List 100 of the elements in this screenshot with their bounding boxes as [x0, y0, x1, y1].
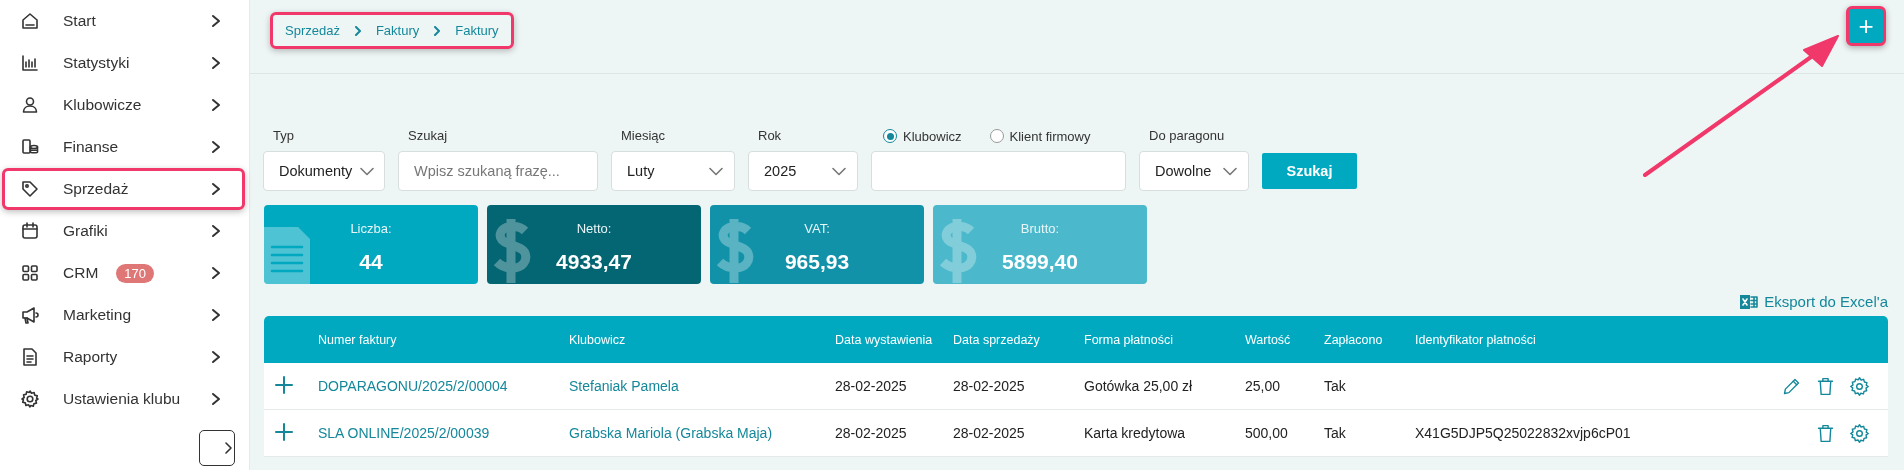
sidebar-label: Finanse — [63, 138, 119, 156]
table-cell-text: 500,00 — [1245, 425, 1289, 441]
column-header: Zapłacono — [1324, 332, 1384, 347]
sidebar-item[interactable]: CRM 170 — [2, 252, 245, 294]
bar-chart-icon — [20, 53, 40, 73]
sidebar-item[interactable]: Raporty — [2, 336, 245, 378]
dropdown[interactable]: 2025 — [748, 151, 858, 191]
sidebar-item[interactable]: Finanse — [2, 126, 245, 168]
text-field[interactable] — [871, 151, 1126, 191]
table-link[interactable]: Grabska Mariola (Grabska Maja) — [569, 425, 835, 441]
column-header: Identyfikator płatności — [1415, 332, 1537, 347]
sidebar-item[interactable]: Sprzedaż — [2, 168, 245, 210]
sidebar-item[interactable]: Statystyki — [2, 42, 245, 84]
chevron-right-icon — [210, 224, 222, 238]
megaphone-icon — [20, 305, 40, 325]
column-header: Wartość — [1245, 332, 1292, 347]
table-cell-text: Tak — [1324, 378, 1347, 394]
grid-icon — [20, 263, 40, 283]
caret-icon — [360, 166, 375, 176]
chevron-right-icon — [210, 140, 222, 154]
sidebar-label: Grafiki — [63, 222, 108, 240]
stat-value: 4933,47 — [556, 250, 632, 274]
chevron-right-icon — [210, 98, 222, 112]
chevron-right-icon — [210, 266, 222, 280]
sidebar-item[interactable]: Start — [2, 0, 245, 42]
field-label: Miesiąc — [620, 128, 667, 144]
stat-value: 44 — [359, 250, 383, 274]
table-cell-text: Karta kredytowa — [1084, 425, 1187, 441]
stat-label: Brutto: — [1020, 221, 1060, 236]
chevron-right-icon — [222, 441, 234, 455]
chevron-right-icon — [210, 350, 222, 364]
dropdown[interactable]: Luty — [611, 151, 735, 191]
field-label: Typ — [272, 128, 295, 144]
table-cell-text: Tak — [1324, 425, 1347, 441]
table-cell-text: 28-02-2025 — [953, 378, 1026, 394]
caret-icon — [709, 166, 723, 176]
coins-icon — [20, 137, 40, 157]
trash-icon[interactable] — [1815, 422, 1836, 444]
expand-plus-icon — [275, 375, 293, 394]
table-link[interactable]: SLA ONLINE/2025/2/00039 — [318, 425, 569, 441]
sidebar-item[interactable]: Marketing — [2, 294, 245, 336]
sidebar-item[interactable]: Grafiki — [2, 210, 245, 252]
stat-label: VAT: — [804, 221, 830, 236]
caret-icon — [1223, 166, 1237, 176]
breadcrumb-link[interactable]: Sprzedaż — [285, 23, 340, 38]
tag-icon — [20, 179, 40, 199]
column-header: Klubowicz — [569, 332, 627, 347]
chevron-right-icon — [210, 182, 222, 196]
chevron-right-icon — [210, 392, 222, 406]
sidebar-label: Ustawienia klubu — [63, 390, 181, 408]
stat-label: Netto: — [576, 221, 612, 236]
radio-option[interactable]: Klient firmowy — [989, 128, 1091, 144]
count-badge: 170 — [116, 263, 154, 283]
radio-option[interactable]: Klubowicz — [883, 128, 962, 144]
sidebar-label: Statystyki — [63, 54, 130, 72]
breadcrumb-link[interactable]: Faktury — [455, 23, 499, 38]
chevron-right-icon — [210, 56, 222, 70]
calendar-icon — [20, 221, 40, 241]
settings-icon[interactable] — [1849, 375, 1870, 397]
chevron-right-icon — [210, 14, 222, 28]
sidebar-label: CRM — [63, 264, 99, 282]
chevron-right-icon — [433, 25, 442, 36]
sidebar-label: Klubowicze — [63, 96, 142, 114]
export-link[interactable]: Eksport do Excel'a — [1740, 293, 1888, 310]
chevron-right-icon — [353, 25, 362, 36]
dropdown[interactable]: Dowolne — [1139, 151, 1249, 191]
expand-button[interactable] — [199, 430, 235, 466]
sidebar-label: Raporty — [63, 348, 118, 366]
table-cell-text: X41G5DJP5Q25022832xvjp6cP01 — [1415, 425, 1632, 441]
stat-label: Liczba: — [350, 221, 392, 236]
sidebar-item[interactable]: Ustawienia klubu — [2, 378, 245, 420]
settings-icon — [20, 389, 40, 409]
expand-plus-icon — [275, 422, 293, 441]
breadcrumb-link[interactable]: Faktury — [375, 23, 420, 38]
settings-icon[interactable] — [1849, 422, 1870, 444]
table-link[interactable]: DOPARAGONU/2025/2/00004 — [318, 378, 569, 394]
sidebar-label: Start — [63, 12, 96, 30]
table-cell-text: 28-02-2025 — [953, 425, 1026, 441]
column-header: Data sprzedaży — [953, 332, 1041, 347]
sidebar-item[interactable]: Klubowicze — [2, 84, 245, 126]
sidebar-label: Sprzedaż — [63, 180, 129, 198]
table-cell-text: 28-02-2025 — [835, 378, 908, 394]
user-icon — [20, 95, 40, 115]
dropdown[interactable]: Dokumenty — [263, 151, 385, 191]
search-field[interactable]: Wpisz szukaną frazę... — [398, 151, 598, 191]
column-header: Numer faktury — [318, 332, 398, 347]
stat-value: 965,93 — [784, 250, 850, 274]
table-link[interactable]: Stefaniak Pamela — [569, 378, 835, 394]
caret-icon — [832, 166, 846, 176]
column-header: Data wystawienia — [835, 332, 934, 347]
trash-icon[interactable] — [1815, 375, 1836, 397]
table-cell-text: 28-02-2025 — [835, 425, 908, 441]
chevron-right-icon — [210, 308, 222, 322]
sidebar-label: Marketing — [63, 306, 132, 324]
field-label: Do paragonu — [1148, 128, 1226, 144]
field-label: Szukaj — [407, 128, 449, 144]
spreadsheet-icon — [1740, 293, 1759, 310]
document-icon — [20, 347, 40, 367]
table-cell-text: Gotówka 25,00 zł — [1084, 378, 1194, 394]
table-cell-text: 25,00 — [1245, 378, 1282, 394]
